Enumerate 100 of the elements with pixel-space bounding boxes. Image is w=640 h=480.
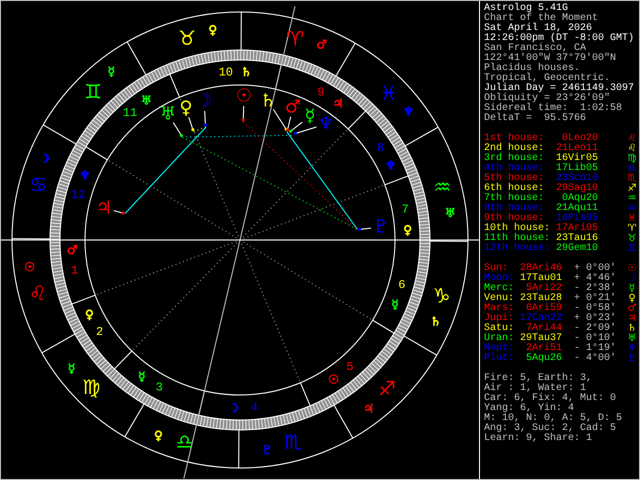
chart-info-text: 12:26:00pm (DT -8:00 GMT) (484, 34, 636, 44)
planet-glyph: ♅ (160, 104, 176, 124)
ruler-glyph: ☿ (391, 298, 399, 312)
ruler-glyph: ♀ (154, 428, 163, 443)
house-label: 7th house: (484, 194, 546, 204)
planet-name: Moon: (484, 274, 516, 284)
ruler-glyph: ☿ (108, 64, 115, 79)
planet-position: 28Ari46 (520, 264, 562, 274)
zodiac-sign-glyph: ♌ (28, 280, 47, 305)
house-label: 3rd house: (484, 154, 546, 164)
chart-info-text: San Francisco, CA (484, 44, 586, 54)
house-number: 5 (346, 360, 354, 374)
ruler-glyph: ♅ (444, 206, 456, 220)
chart-info-text: Placidus houses. (484, 64, 580, 74)
planet-position: 29Tau37 (520, 334, 562, 344)
planet-glyph: ♇ (626, 354, 638, 364)
zodiac-sign-glyph: ♍ (82, 374, 100, 399)
planet-latitude: + 0°21' (574, 294, 618, 304)
planet-latitude: + 0°00' (574, 264, 618, 274)
zodiac-sign-glyph: ♒ (433, 175, 452, 200)
planet-name: Satu: (484, 324, 516, 334)
zodiac-sign-glyph: ♊ (84, 79, 102, 104)
sign-glyph: ♌ (626, 134, 638, 144)
planet-latitude: + 0°23' (574, 314, 618, 324)
house-label: 10th house: (484, 224, 550, 234)
leader-line (113, 210, 124, 214)
house-position: 23Tau16 (554, 234, 598, 244)
planet-latitude: - 2°38' (574, 284, 618, 294)
ruler-glyph: ♀ (403, 222, 412, 237)
planet-glyph: ☿ (628, 284, 636, 294)
house-number: 12 (70, 188, 86, 202)
sign-glyph: ♉ (626, 234, 638, 244)
planet-latitude: - 2°09' (574, 324, 618, 334)
planet-name: Mars: (484, 304, 516, 314)
ruler-glyph: ☿ (68, 362, 76, 376)
sign-glyph: ♌ (626, 144, 638, 154)
summary-text: Air : 1, Water: 1 (484, 384, 586, 394)
sign-glyph: ♎ (626, 164, 638, 174)
ruler-glyph: ♃ (363, 401, 374, 416)
chart-info-text: Astrolog 5.41G (484, 4, 568, 14)
chart-info-text: DeltaT = 95.5766 (484, 114, 588, 124)
house-number: 7 (402, 202, 409, 217)
planet-glyph: ☽ (196, 90, 212, 112)
house-number: 3 (156, 380, 163, 394)
leader-line (242, 106, 244, 121)
ruler-glyph: ☿ (138, 369, 146, 384)
planet-glyph: ♄ (626, 324, 638, 334)
zodiac-sign-glyph: ♎ (176, 430, 194, 454)
sign-glyph: ♓ (626, 214, 638, 224)
ruler-glyph: ♅ (140, 94, 152, 108)
ruler-glyph: ♄ (240, 65, 252, 80)
planet-glyph: ♆ (318, 114, 334, 134)
house-label: 5th house: (484, 174, 546, 184)
sign-glyph: ♒ (626, 194, 638, 204)
planet-latitude: - 0°10' (574, 334, 618, 344)
house-label: 2nd house: (484, 144, 546, 154)
planet-glyph: ☿ (304, 106, 316, 126)
planet-latitude: - 1°19' (574, 344, 618, 354)
ruler-glyph: ♆ (385, 158, 396, 173)
planet-position: 5Ari22 (526, 284, 562, 294)
planet-name: Plut: (484, 354, 516, 364)
chart-info-text: Julian Day = 2461149.3097 (484, 84, 636, 94)
house-number: 11 (122, 106, 138, 120)
sign-glyph: ♐ (626, 184, 638, 194)
planet-glyph: ♃ (626, 314, 638, 324)
chart-info-text: Obliquity = 23°26'09" (484, 94, 610, 104)
ruler-glyph: ♀ (85, 307, 94, 322)
zodiac-sign-glyph: ♋ (29, 172, 48, 197)
house-position: 17Ari05 (554, 224, 598, 234)
summary-text: Learn: 9, Share: 1 (484, 434, 594, 444)
planet-name: Sun: (484, 264, 508, 274)
planet-name: Jupi: (484, 314, 516, 324)
planet-name: Nept: (484, 344, 516, 354)
house-position: 23Sco16 (554, 174, 598, 184)
house-label: 1st house: (484, 134, 546, 144)
sign-glyph: ♊ (626, 244, 638, 254)
house-position: 17Lib05 (554, 164, 598, 174)
planet-name: Uran: (484, 334, 516, 344)
house-label: 11th house: (484, 234, 550, 244)
chart-info-text: Chart of the Moment (484, 14, 600, 24)
planet-glyph: ♂ (284, 96, 302, 118)
zodiac-sign-glyph: ♈ (286, 26, 304, 50)
planet-position: 7Ari44 (526, 324, 562, 334)
house-position: 0Leo20 (562, 134, 598, 144)
summary-text: Yang: 6, Yin: 4 (484, 404, 576, 414)
ruler-glyph: ♇ (262, 443, 273, 458)
house-label: 4th house: (484, 164, 546, 174)
planet-glyph: ♀ (627, 294, 637, 304)
planet-latitude: - 4°00' (574, 354, 618, 364)
planet-glyph: ♃ (96, 198, 112, 218)
house-position: 21Aqu11 (554, 204, 598, 214)
planet-latitude: - 0°58' (574, 304, 618, 314)
ruler-glyph: ☽ (228, 400, 240, 415)
chart-info-text: Tropical, Geocentric. (484, 74, 610, 84)
planet-glyph: ♀ (179, 98, 193, 118)
ruler-glyph: ♆ (403, 104, 414, 118)
sign-glyph: ♈ (626, 224, 638, 234)
house-position: 16Vir05 (554, 154, 598, 164)
house-label: 8th house: (484, 204, 546, 214)
house-number: 1 (71, 263, 78, 278)
